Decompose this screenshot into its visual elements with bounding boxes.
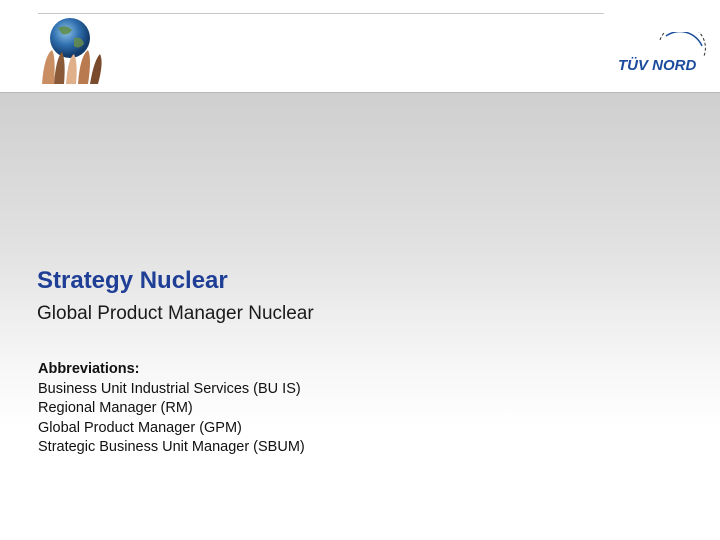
slide-subtitle: Global Product Manager Nuclear [37,303,314,324]
slide-title: Strategy Nuclear [37,267,228,294]
abbreviation-item: Global Product Manager (GPM) [38,419,242,436]
abbreviation-item: Regional Manager (RM) [38,400,193,416]
abbreviation-item: Business Unit Industrial Services (BU IS… [38,380,301,397]
globe-hands-icon [42,18,102,84]
abbreviations-list: Abbreviations: Business Unit Industrial … [38,360,305,458]
abbreviation-item: Strategic Business Unit Manager (SBUM) [38,439,305,455]
tuv-nord-logo: TÜV NORD [618,32,706,74]
top-divider [38,13,604,14]
abbreviations-heading: Abbreviations: [38,361,140,377]
svg-text:TÜV NORD: TÜV NORD [618,57,697,74]
slide-header: TÜV NORD [0,0,720,92]
